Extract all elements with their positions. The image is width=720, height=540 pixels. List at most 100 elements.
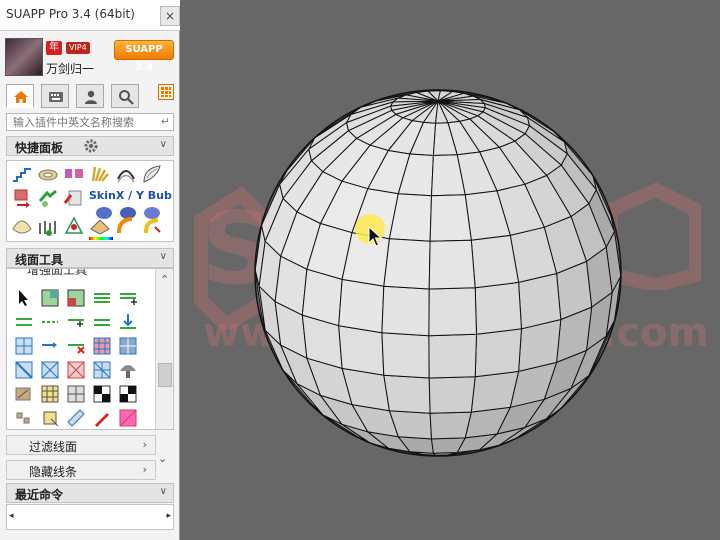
- intersect-icon[interactable]: [13, 335, 35, 357]
- fan-array-icon[interactable]: [89, 163, 111, 185]
- sphere-face: [381, 285, 430, 337]
- submenu-filter-line-face[interactable]: 过滤线面 ›: [6, 435, 156, 455]
- face-grid-green-icon[interactable]: [39, 287, 61, 309]
- section-line-face-tools[interactable]: 线面工具 ∨: [6, 248, 174, 268]
- scatter-icon[interactable]: [13, 407, 35, 429]
- flow-arrow-icon[interactable]: [39, 335, 61, 357]
- gear-icon[interactable]: [83, 138, 99, 154]
- split-minus-icon[interactable]: [91, 311, 113, 333]
- components-icon[interactable]: [63, 163, 85, 185]
- split-plus-icon[interactable]: [65, 311, 87, 333]
- scroll-down-icon[interactable]: ⌄: [158, 452, 167, 465]
- paint-face-icon[interactable]: [117, 407, 139, 429]
- scroll-thumb[interactable]: [158, 363, 172, 387]
- sphere-face: [470, 234, 520, 289]
- divide-lines-icon[interactable]: [13, 311, 35, 333]
- plugin-search[interactable]: ↵: [6, 113, 174, 131]
- tab-keyboard[interactable]: [41, 84, 69, 108]
- color-bar: [89, 237, 113, 240]
- pencil-icon[interactable]: [91, 407, 113, 429]
- face-grid-red-icon[interactable]: [65, 287, 87, 309]
- user-icon: [85, 90, 97, 104]
- delete-line-icon[interactable]: [65, 335, 87, 357]
- wireframe-sphere[interactable]: [245, 80, 631, 466]
- texture-map-icon[interactable]: [13, 383, 35, 405]
- roof-icon[interactable]: [89, 215, 111, 237]
- node-network-icon[interactable]: [63, 215, 85, 237]
- quad-split-icon[interactable]: [39, 359, 61, 381]
- chevron-down-icon: ∨: [159, 486, 167, 497]
- home-icon: [14, 91, 28, 103]
- vip-badge: VIP4: [66, 42, 90, 54]
- sphere-face: [428, 333, 477, 379]
- chevron-down-icon: ∨: [159, 139, 167, 150]
- align-down-icon[interactable]: [117, 311, 139, 333]
- mushroom-icon[interactable]: [117, 359, 139, 381]
- 3d-viewport[interactable]: SU www .com: [181, 0, 720, 540]
- scroll-up-icon[interactable]: ⌃: [160, 273, 169, 286]
- line-face-tool-area: 增强面工具 ⌃: [6, 268, 174, 430]
- sphere-face: [338, 278, 385, 334]
- keyboard-icon: [49, 92, 63, 102]
- hidden-lines-label: 隐藏线条: [29, 465, 78, 479]
- select-arrow-icon[interactable]: [13, 287, 35, 309]
- grid-menu-button[interactable]: [158, 84, 174, 100]
- sphere-face: [381, 332, 430, 379]
- username: 万剑归一: [46, 62, 95, 76]
- stairs-icon[interactable]: [11, 163, 33, 185]
- plugin-panel: SUAPP Pro 3.4 (64bit) × 年 VIP4 SUAPP 3.4…: [0, 0, 180, 540]
- year-badge: 年: [46, 41, 62, 55]
- avatar[interactable]: [5, 38, 43, 76]
- fence-icon[interactable]: [37, 215, 59, 237]
- panel-tabs: [0, 82, 180, 108]
- checker-inverse-icon[interactable]: [117, 383, 139, 405]
- plain-grid-icon[interactable]: [65, 383, 87, 405]
- lines-green-icon[interactable]: [91, 287, 113, 309]
- sphere-face: [338, 325, 385, 376]
- ring-surface-icon[interactable]: [37, 163, 59, 185]
- enter-icon[interactable]: ↵: [161, 115, 170, 128]
- box-uv-icon[interactable]: [39, 407, 61, 429]
- sphere-face: [429, 194, 472, 242]
- sphere-face: [429, 411, 472, 440]
- join-icon[interactable]: [37, 187, 59, 209]
- quad-split-red-icon[interactable]: [65, 359, 87, 381]
- arc-icon[interactable]: [115, 163, 137, 185]
- tab-search[interactable]: [111, 84, 139, 108]
- recent-right-arrow-icon[interactable]: ▸: [166, 511, 171, 521]
- dash-line-icon[interactable]: [39, 311, 61, 333]
- bend-orange-icon[interactable]: [115, 215, 137, 237]
- quad-split-blue-icon[interactable]: [91, 359, 113, 381]
- extrude-path-icon[interactable]: [11, 187, 33, 209]
- tab-home[interactable]: [6, 84, 34, 108]
- shell-icon[interactable]: [141, 163, 163, 185]
- panel-titlebar: SUAPP Pro 3.4 (64bit) ×: [0, 0, 180, 31]
- sphere-face: [428, 239, 476, 290]
- tool-area-scrollbar[interactable]: ⌃: [155, 269, 173, 429]
- shell-stripes-icon[interactable]: [11, 215, 33, 237]
- bend-yellow-icon[interactable]: [141, 215, 163, 237]
- sphere-face: [428, 287, 477, 337]
- sphere-face: [383, 374, 431, 414]
- offset-icon[interactable]: [63, 187, 85, 209]
- partial-submenu-label[interactable]: 增强面工具: [27, 269, 147, 277]
- lines-add-icon[interactable]: [117, 287, 139, 309]
- tab-user[interactable]: [76, 84, 104, 108]
- user-profile: 年 VIP4 SUAPP 3.4 万剑归一: [0, 34, 180, 78]
- section-recent-commands[interactable]: 最近命令 ∨: [6, 483, 174, 503]
- search-icon: [119, 90, 134, 105]
- section-line-face-label: 线面工具: [15, 253, 64, 267]
- grid-icon: [161, 87, 171, 97]
- uv-grid-icon[interactable]: [39, 383, 61, 405]
- grid-face-blue-icon[interactable]: [117, 335, 139, 357]
- checker-icon[interactable]: [91, 383, 113, 405]
- recent-left-arrow-icon[interactable]: ◂: [9, 511, 14, 521]
- grid-face-icon[interactable]: [91, 335, 113, 357]
- section-quick-panel[interactable]: 快捷面板 ∨: [6, 136, 174, 156]
- plugin-search-input[interactable]: [9, 114, 157, 130]
- suapp-brand-button[interactable]: SUAPP 3.4: [114, 40, 174, 73]
- diagonal-icon[interactable]: [13, 359, 35, 381]
- close-button[interactable]: ×: [160, 6, 180, 26]
- submenu-hidden-lines[interactable]: 隐藏线条 ›: [6, 460, 156, 480]
- ruler-icon[interactable]: [65, 407, 87, 429]
